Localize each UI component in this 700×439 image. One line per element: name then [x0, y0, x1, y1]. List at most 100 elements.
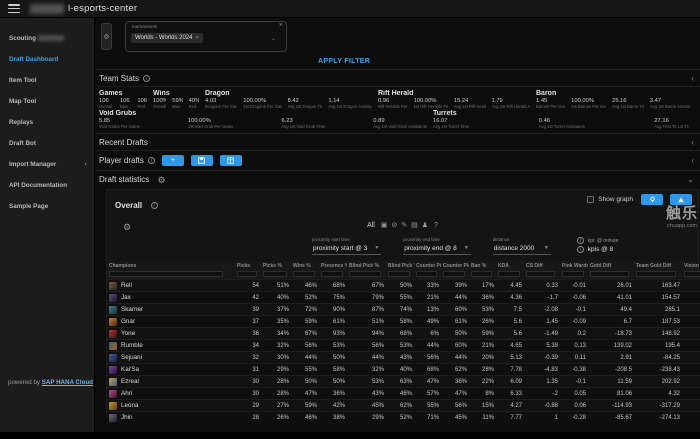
chip-remove-icon[interactable]: × — [195, 35, 199, 41]
column-header-picks-[interactable]: Picks % — [261, 261, 291, 280]
table-row[interactable]: Gnar3735%59%61%51%58%49%61%26%5.61.45-0.… — [107, 316, 700, 328]
column-filter-input[interactable] — [562, 271, 584, 277]
column-header-kda[interactable]: KDA — [496, 261, 524, 280]
info-icon[interactable]: i — [143, 75, 150, 82]
column-header-ban-[interactable]: Ban % — [469, 261, 496, 280]
clear-filter-icon[interactable]: × — [279, 22, 283, 29]
sidebar-item-sample-page[interactable]: Sample Page — [0, 196, 94, 217]
table-row[interactable]: Ezreal3028%50%50%53%63%47%36%22%6.091.35… — [107, 376, 700, 388]
collapse-chevron-icon[interactable]: ‹ — [691, 156, 694, 165]
table-view-button[interactable] — [220, 155, 242, 166]
show-graph-checkbox[interactable] — [587, 196, 594, 203]
column-header-counter-pick-[interactable]: Counter Pick % — [414, 261, 441, 280]
column-header-team-gold-diff[interactable]: Team Gold Diff — [634, 261, 682, 280]
save-draft-button[interactable] — [191, 155, 213, 166]
table-row[interactable]: Ahri3028%47%36%43%46%57%47%8%6.33-20.058… — [107, 388, 700, 400]
proximity-start-select[interactable]: proximity start @ 3▼ — [312, 244, 381, 255]
info-icon[interactable]: i — [577, 237, 584, 244]
stat-cell: 94% — [347, 328, 386, 340]
column-filter-input[interactable] — [471, 271, 492, 277]
column-filter-input[interactable] — [636, 271, 676, 277]
column-header-champions[interactable]: Champions — [107, 261, 235, 280]
stat-cell: 72% — [291, 304, 319, 316]
distance-select[interactable]: distance 2000▼ — [493, 244, 551, 255]
info-icon[interactable]: i — [151, 202, 158, 209]
filter-collapse-button[interactable]: ◎ — [101, 23, 112, 50]
stat-cell: 28% — [469, 364, 496, 376]
champion-name: Rell — [121, 282, 132, 289]
column-filter-input[interactable] — [388, 271, 410, 277]
pin-view-button[interactable] — [641, 194, 663, 205]
column-filter-input[interactable] — [684, 271, 700, 277]
column-filter-input[interactable] — [526, 271, 555, 277]
sidebar-item-import-manager[interactable]: Import Manager‹ — [0, 154, 94, 175]
column-filter-input[interactable] — [263, 271, 287, 277]
sidebar-item-replays[interactable]: Replays — [0, 112, 94, 133]
column-header-blind-pick-w-[interactable]: Blind Pick W% — [386, 261, 414, 280]
info-icon[interactable]: i — [148, 157, 155, 164]
info-icon[interactable]: i — [577, 246, 584, 253]
champion-name: Yone — [121, 330, 135, 337]
edit-icon[interactable]: ✎ — [401, 222, 407, 229]
tournaments-field-label: tournaments — [132, 24, 157, 29]
table-row[interactable]: Kai'Sa3129%55%58%32%40%68%62%28%7.78-4.8… — [107, 364, 700, 376]
proximity-end-select[interactable]: proximity end @ 8▼ — [403, 244, 470, 255]
collapse-chevron-icon[interactable]: ‹ — [691, 138, 694, 147]
column-header-cs-diff[interactable]: CS Diff — [524, 261, 560, 280]
sidebar-item-item-tool[interactable]: Item Tool — [0, 70, 94, 91]
table-row[interactable]: Skarner3937%72%90%87%74%13%60%53%7.5-2.0… — [107, 304, 700, 316]
column-header-gold-diff[interactable]: Gold Diff — [588, 261, 634, 280]
table-row[interactable]: Sejuani3230%44%50%44%43%56%44%20%5.13-0.… — [107, 352, 700, 364]
copy-icon[interactable]: ▤ — [411, 222, 418, 229]
chevron-icon[interactable]: ‹ — [85, 161, 87, 168]
image-icon[interactable]: ▣ — [381, 222, 388, 229]
table-settings-gear-icon[interactable]: ⚙ — [123, 222, 131, 233]
column-header-blind-pick-[interactable]: Blind Pick % — [347, 261, 386, 280]
sidebar-item-draft-bot[interactable]: Draft Bot — [0, 133, 94, 154]
sidebar-item-draft-dashboard[interactable]: Draft Dashboard — [0, 49, 94, 70]
champion-cell: Leona — [107, 400, 235, 412]
stat-group-wins: Wins100%Overall59%Blue40%Red — [153, 90, 205, 109]
add-draft-button[interactable]: + — [162, 155, 184, 166]
column-filter-input[interactable] — [293, 271, 315, 277]
column-filter-input[interactable] — [416, 271, 437, 277]
collapse-chevron-icon[interactable]: ‹ — [691, 74, 694, 83]
table-row[interactable]: Yone3634%67%93%94%68%6%50%59%5.6-1.490.2… — [107, 328, 700, 340]
column-filter-input[interactable] — [237, 271, 257, 277]
column-filter-input[interactable] — [349, 271, 381, 277]
expand-chevron-icon[interactable]: ⌄ — [687, 175, 694, 184]
chevron-down-icon[interactable]: ⌄ — [271, 35, 276, 42]
table-row[interactable]: Leona2927%59%42%45%62%55%56%15%4.27-0.88… — [107, 400, 700, 412]
help-icon[interactable]: ? — [434, 222, 438, 229]
sap-hana-link[interactable]: SAP HANA Cloud — [42, 379, 93, 386]
sidebar-item-api-documentation[interactable]: API Documentation — [0, 175, 94, 196]
column-header-vision-score-diff[interactable]: Vision Score Diff — [682, 261, 700, 280]
stat-cell: -0.45 — [682, 364, 700, 376]
column-filter-input[interactable] — [109, 271, 223, 277]
tournament-chip[interactable]: Worlds - Worlds 2024× — [131, 33, 203, 43]
column-header-pink-wards-diff[interactable]: Pink Wards Diff — [560, 261, 588, 280]
menu-icon[interactable] — [8, 4, 20, 13]
column-header-presence-[interactable]: Presence % — [319, 261, 347, 280]
sidebar-item-scouting[interactable]: Scouting — [0, 28, 94, 49]
gear-icon[interactable]: ⚙ — [157, 175, 165, 185]
column-filter-input[interactable] — [321, 271, 343, 277]
column-filter-input[interactable] — [443, 271, 465, 277]
stat-cell: 285.1 — [634, 304, 682, 316]
column-filter-input[interactable] — [590, 271, 629, 277]
column-header-counter-pick-w-[interactable]: Counter Pick W% — [441, 261, 469, 280]
column-header-picks[interactable]: Picks — [235, 261, 261, 280]
apply-filter-button[interactable]: APPLY FILTER — [318, 56, 370, 65]
column-filter-input[interactable] — [498, 271, 520, 277]
tournaments-filter-box[interactable]: tournaments × Worlds - Worlds 2024× ⌄ — [125, 21, 287, 52]
table-row[interactable]: Rell5451%46%68%67%50%33%39%17%4.450.33-0… — [107, 280, 700, 292]
kpi-select[interactable]: kpis @ 8 — [588, 246, 613, 253]
champion-icon[interactable]: ♟ — [422, 222, 428, 229]
ban-icon[interactable]: ⊘ — [391, 222, 397, 229]
table-row[interactable]: Rumble3432%56%53%56%53%44%60%21%4.655.38… — [107, 340, 700, 352]
sidebar-item-map-tool[interactable]: Map Tool — [0, 91, 94, 112]
table-row[interactable]: Jax4240%52%75%79%55%21%44%36%4.36-1.7-0.… — [107, 292, 700, 304]
table-row[interactable]: Jhin2826%46%38%29%52%71%45%11%7.771-0.28… — [107, 412, 700, 424]
column-header-wins-[interactable]: Wins % — [291, 261, 319, 280]
stat-cell: 67% — [347, 280, 386, 292]
